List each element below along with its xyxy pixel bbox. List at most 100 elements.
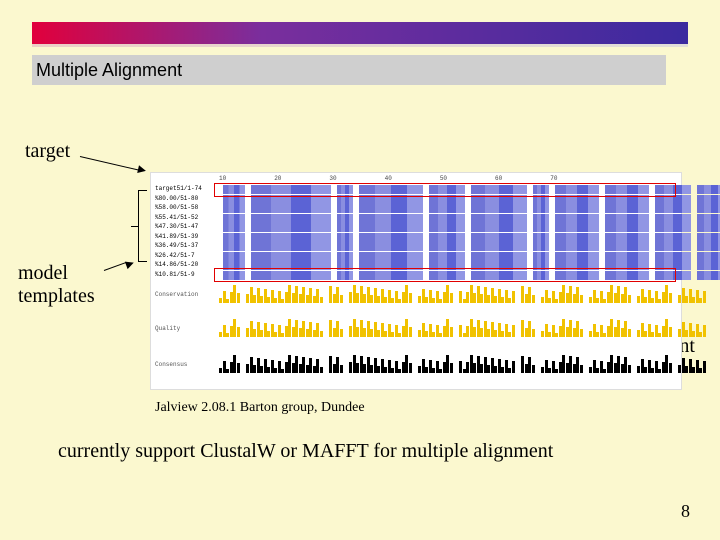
track-quality (219, 319, 675, 337)
highlight-box-pairwise (214, 268, 676, 282)
sequence-name: %41.89/51-39 (155, 233, 213, 240)
bar (628, 329, 631, 337)
bar (703, 361, 706, 373)
alignment-block (429, 242, 465, 251)
alignment-block (337, 233, 353, 242)
bar (450, 293, 453, 303)
ruler-tick: 40 (385, 175, 392, 182)
alignment-block (359, 233, 423, 242)
alignment-block (697, 261, 720, 270)
alignment-block (359, 252, 423, 261)
alignment-block (605, 233, 649, 242)
bar-group (219, 355, 240, 373)
bar-group (637, 319, 672, 337)
bar-group (246, 355, 323, 373)
highlight-box-target (214, 183, 676, 197)
bar (409, 293, 412, 303)
alignment-block (533, 242, 549, 251)
bar (320, 367, 323, 373)
bar (409, 327, 412, 337)
bar-group (329, 285, 343, 303)
bar-group (541, 319, 583, 337)
alignment-block (697, 233, 720, 242)
bar-group (459, 285, 515, 303)
bar-group (521, 319, 535, 337)
alignment-block (655, 242, 691, 251)
sequence-name: %26.42/51-7 (155, 252, 213, 259)
alignment-block (605, 242, 649, 251)
bar (409, 363, 412, 373)
alignment-block (429, 214, 465, 223)
alignment-block (359, 223, 423, 232)
alignment-block (471, 214, 527, 223)
alignment-block (555, 214, 599, 223)
ruler-tick: 70 (550, 175, 557, 182)
sequence-row: %10.81/51-9 (155, 271, 213, 280)
bar-group (678, 355, 706, 373)
bar-group (349, 355, 412, 373)
bar-group (521, 355, 535, 373)
page-number: 8 (681, 501, 690, 522)
alignment-block (471, 242, 527, 251)
bar (669, 327, 672, 337)
decorative-top-bar (32, 22, 688, 44)
alignment-block (605, 252, 649, 261)
sequence-blocks (223, 223, 720, 232)
alignment-block (697, 223, 720, 232)
bar-group (418, 319, 453, 337)
sequence-row: %14.86/51-20 (155, 261, 213, 270)
arrow-target-line (80, 156, 139, 170)
alignment-block (337, 223, 353, 232)
ruler-tick: 20 (274, 175, 281, 182)
label-target: target (25, 140, 70, 163)
alignment-block (337, 214, 353, 223)
alignment-block (337, 204, 353, 213)
bar (532, 295, 535, 303)
alignment-block (251, 233, 331, 242)
alignment-block (655, 214, 691, 223)
sequence-row: %26.42/51-7 (155, 252, 213, 261)
bar (320, 331, 323, 337)
alignment-block (251, 252, 331, 261)
alignment-block (337, 242, 353, 251)
bar-group (219, 285, 240, 303)
arrow-templates-line (104, 262, 127, 271)
bar-group (589, 319, 631, 337)
sequence-name: %58.00/51-58 (155, 204, 213, 211)
alignment-block (251, 214, 331, 223)
bar (580, 365, 583, 373)
alignment-block (697, 214, 720, 223)
sequence-name: %14.86/51-20 (155, 261, 213, 268)
sequence-row: target51/1-74 (155, 185, 213, 194)
track-label-conservation: Conservation (155, 291, 198, 298)
sequence-blocks (223, 252, 720, 261)
alignment-block (555, 223, 599, 232)
sequence-name: %10.81/51-9 (155, 271, 213, 278)
alignment-block (429, 223, 465, 232)
sequence-name: %36.49/51-37 (155, 242, 213, 249)
alignment-figure: 10203040506070 target51/1-74%80.00/51-80… (150, 172, 682, 390)
alignment-block (471, 252, 527, 261)
bar (532, 329, 535, 337)
alignment-block (655, 223, 691, 232)
alignment-block (471, 204, 527, 213)
bar-group (459, 319, 515, 337)
sequence-blocks (223, 204, 720, 213)
alignment-block (223, 223, 245, 232)
alignment-block (337, 252, 353, 261)
track-consensus (219, 355, 675, 373)
alignment-block (555, 204, 599, 213)
alignment-block (555, 233, 599, 242)
sequence-row: %55.41/51-52 (155, 214, 213, 223)
sequence-blocks (223, 214, 720, 223)
bar-group (219, 319, 240, 337)
bar-group (637, 355, 672, 373)
alignment-block (555, 252, 599, 261)
sequence-blocks (223, 242, 720, 251)
alignment-block (251, 242, 331, 251)
bar-group (349, 319, 412, 337)
alignment-block (655, 252, 691, 261)
track-label-consensus: Consensus (155, 361, 187, 368)
bar-group (349, 285, 412, 303)
bar-group (541, 355, 583, 373)
